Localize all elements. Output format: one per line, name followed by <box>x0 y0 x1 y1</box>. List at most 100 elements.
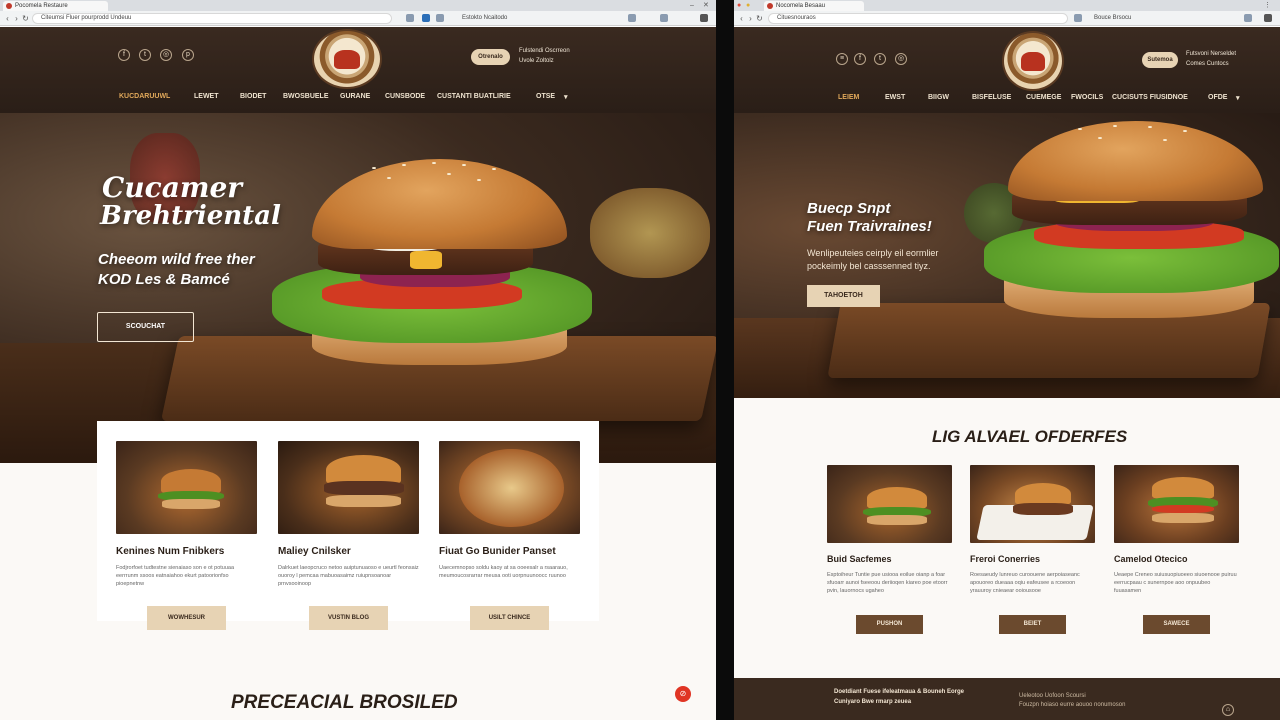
extension-icon[interactable] <box>1074 14 1082 22</box>
nav-item[interactable]: CUCISUTS FIUSIDNOE <box>1112 94 1188 101</box>
card-button[interactable]: SAWECE <box>1143 615 1210 634</box>
bun-mini <box>162 499 220 509</box>
nav-item[interactable]: LEWET <box>194 93 219 100</box>
url-field[interactable]: Citeumsi Fluer pourprodd Undeuu <box>32 13 392 24</box>
card-text: Ueaepe Creneo suiusuopiuoeeo siuoenooe p… <box>1114 572 1237 594</box>
patty-mini <box>1013 503 1073 515</box>
menu-card[interactable]: Kenines Num Fnibkers Fodjrorfoet tudtest… <box>116 441 257 631</box>
menu-card[interactable]: Camelod Otecico Ueaepe Creneo suiusuopiu… <box>1114 465 1239 635</box>
contact-phone: Futsvoni Nerseldet <box>1186 51 1237 57</box>
card-image <box>970 465 1095 543</box>
header-cta-button[interactable]: Sutemoa <box>1142 52 1178 68</box>
hero-section: Cucamer Brehtriental Cheeom wild free th… <box>0 113 716 463</box>
nav-item[interactable]: FWOCILS <box>1071 94 1103 101</box>
card-title: Fiuat Go Bunider Panset <box>439 546 556 557</box>
minimize-icon[interactable]: ● <box>746 0 750 11</box>
card-button[interactable]: VUSTIN BLOG <box>309 606 388 630</box>
bun-mini <box>867 515 927 525</box>
card-text: Dalrkuet laeopcruco netoo auiptunuaoso e… <box>278 565 419 587</box>
card-title: Kenines Num Fnibkers <box>116 546 225 557</box>
minimize-icon[interactable]: – <box>690 0 694 11</box>
chevron-down-icon[interactable]: ▾ <box>564 93 568 101</box>
sesame <box>1078 128 1082 130</box>
section-title: PRECEACIAL BROSILED <box>231 692 458 713</box>
menu-card[interactable]: Freroi Conerries Roesaeudy lunreuo curoo… <box>970 465 1095 635</box>
browser-tab[interactable]: Pocomela Restaure <box>3 1 108 11</box>
extension-icon[interactable] <box>628 14 636 22</box>
card-image <box>278 441 419 534</box>
card-button[interactable]: BEIET <box>999 615 1066 634</box>
nav-item[interactable]: CUSTANTI BUATLIRIE <box>437 93 511 100</box>
nav-item[interactable]: BIODET <box>240 93 266 100</box>
home-icon[interactable]: ⌂ <box>1222 704 1234 716</box>
close-icon[interactable]: ⊘ <box>675 686 691 702</box>
nav-item[interactable]: BIIGW <box>928 94 949 101</box>
bookmark-label[interactable]: Estokto Ncaitodo <box>462 13 507 24</box>
restaurant-logo[interactable] <box>1002 31 1064 91</box>
card-button[interactable]: USILT CHINCE <box>470 606 549 630</box>
hero-section: Buecp Snpt Fuen Traivraines! Wenlipeutei… <box>734 113 1280 398</box>
extension-icon[interactable] <box>436 14 444 22</box>
hero-text-line2: pockeimly bel casssenned tiyz. <box>807 261 931 271</box>
nav-item[interactable]: BISFELUSE <box>972 94 1011 101</box>
instagram-icon[interactable]: ◎ <box>895 53 907 65</box>
close-window-icon[interactable]: ● <box>737 0 741 11</box>
facebook-icon[interactable]: f <box>118 49 130 61</box>
nav-item[interactable]: CUNSBODE <box>385 93 425 100</box>
sesame <box>402 164 406 166</box>
menu-icon[interactable] <box>700 14 708 22</box>
footer-line: Ueleotoo Uofoon Scoursi <box>1019 693 1086 699</box>
card-image <box>116 441 257 534</box>
browser-tab[interactable]: Nocomela Besaau <box>764 1 864 11</box>
extension-icon[interactable] <box>422 14 430 22</box>
close-window-icon[interactable]: ✕ <box>703 0 709 11</box>
menu-icon[interactable] <box>1264 14 1272 22</box>
back-icon[interactable]: ‹ <box>737 13 746 24</box>
reload-icon[interactable]: ↻ <box>755 13 764 24</box>
sesame <box>1098 137 1102 139</box>
tab-title: Nocomela Besaau <box>776 3 826 9</box>
sesame <box>477 179 481 181</box>
profile-icon[interactable] <box>660 14 668 22</box>
reload-icon[interactable]: ↻ <box>21 13 30 24</box>
pinterest-icon[interactable]: p <box>182 49 194 61</box>
facebook-icon[interactable]: f <box>854 53 866 65</box>
back-icon[interactable]: ‹ <box>3 13 12 24</box>
card-button[interactable]: PUSHON <box>856 615 923 634</box>
menu-lines-icon[interactable]: ≡ <box>836 53 848 65</box>
nav-item[interactable]: EWST <box>885 94 905 101</box>
nav-item[interactable]: GURANE <box>340 93 370 100</box>
forward-icon[interactable]: › <box>746 13 755 24</box>
address-bar-row: ‹ › ↻ Citeumsi Fluer pourprodd Undeuu Es… <box>0 11 716 26</box>
bun-mini <box>1152 513 1214 523</box>
restaurant-logo[interactable] <box>312 29 382 89</box>
favicon-icon <box>767 3 773 9</box>
url-field[interactable]: Cituesnouraos <box>768 13 1068 24</box>
hero-cta-button[interactable]: SCOUCHAT <box>97 312 194 342</box>
chevron-down-icon[interactable]: ▾ <box>1236 94 1240 102</box>
nav-item[interactable]: CUEMEGE <box>1026 94 1061 101</box>
nav-item[interactable]: KUCDARUUWL <box>119 93 170 100</box>
nav-item[interactable]: OFDE <box>1208 94 1227 101</box>
nav-item[interactable]: BWOSBUELE <box>283 93 329 100</box>
forward-icon[interactable]: › <box>12 13 21 24</box>
profile-icon[interactable] <box>1244 14 1252 22</box>
twitter-icon[interactable]: t <box>874 53 886 65</box>
card-image <box>1114 465 1239 543</box>
card-image <box>439 441 580 534</box>
hero-cta-button[interactable]: TAHOETOH <box>807 285 880 307</box>
extension-icon[interactable] <box>406 14 414 22</box>
instagram-icon[interactable]: ◎ <box>160 49 172 61</box>
menu-card[interactable]: Maliey Cnilsker Dalrkuet laeopcruco neto… <box>278 441 419 631</box>
header-cta-button[interactable]: Otrenalo <box>471 49 510 65</box>
twitter-icon[interactable]: t <box>139 49 151 61</box>
card-button[interactable]: WOWHESUR <box>147 606 226 630</box>
bookmark-label[interactable]: Bouce Brsocu <box>1094 13 1131 24</box>
nav-item[interactable]: OTSE <box>536 93 555 100</box>
contact-phone: Fulstendi Oscrreon <box>519 48 570 54</box>
window-menu-icon[interactable]: ⋮ <box>1264 0 1271 11</box>
menu-card[interactable]: Fiuat Go Bunider Panset Uaecemnopso sold… <box>439 441 580 631</box>
menu-card[interactable]: Buid Sacfemes Esptoiheur Tuntie pue usio… <box>827 465 952 635</box>
site-footer: Doetdiant Fuese ifeleatmaua & Bouneh Eor… <box>734 678 1280 720</box>
nav-item[interactable]: LEIEM <box>838 94 859 101</box>
